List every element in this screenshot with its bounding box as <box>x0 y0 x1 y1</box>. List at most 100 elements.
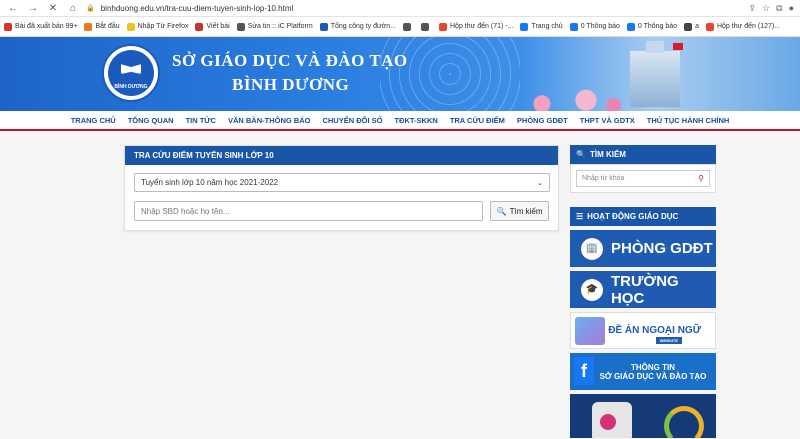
facebook-icon: f <box>574 357 594 385</box>
bookmark-item[interactable]: 0 Thông báo <box>569 22 620 31</box>
bookmark-favicon-icon <box>236 22 245 31</box>
bookmark-label: Nhập Từ Firefox <box>137 23 189 30</box>
forward-icon[interactable]: → <box>26 1 40 15</box>
bookmark-favicon-icon <box>195 22 204 31</box>
bookmark-favicon-icon <box>84 22 93 31</box>
de-an-ngoai-ngu-label: ĐỀ ÁN NGOẠI NGỮ <box>608 325 701 336</box>
bookmark-favicon-icon <box>439 22 447 31</box>
sbd-name-input[interactable]: Nhập SBD hoặc họ tên... <box>134 201 484 221</box>
bookmark-label: Trang chủ <box>531 23 563 30</box>
facebook-info-banner[interactable]: f THÔNG TIN SỞ GIÁO DỤC VÀ ĐÀO TẠO <box>570 353 716 390</box>
share-icon[interactable]: ⇪ <box>749 3 757 14</box>
bookmark-favicon-icon <box>4 22 12 31</box>
menu-item[interactable]: TIN TỨC <box>180 116 222 125</box>
exam-select[interactable]: Tuyển sinh lớp 10 năm học 2021-2022 ⌄ <box>134 173 550 192</box>
bookmark-favicon-icon <box>626 22 635 31</box>
app-logo-icon <box>600 414 616 430</box>
menu-item[interactable]: THPT VÀ GDTX <box>574 116 641 125</box>
menu-item[interactable]: VĂN BẢN-THÔNG BÁO <box>222 116 317 125</box>
menu-item[interactable]: CHUYỂN ĐỔI SỐ <box>316 116 388 125</box>
keyword-placeholder: Nhập từ khóa <box>582 175 625 182</box>
bookmark-item[interactable]: Bắt đầu <box>84 22 120 31</box>
keyword-input[interactable]: Nhập từ khóa ⚲ <box>576 170 710 187</box>
star-icon[interactable]: ☆ <box>762 3 770 14</box>
sidebar-search-box: Nhập từ khóa ⚲ <box>570 164 716 193</box>
bookmark-item[interactable]: Trang chủ <box>520 22 563 31</box>
bookmark-favicon-icon <box>421 22 429 31</box>
bookmark-label: 0 Thông báo <box>580 23 620 30</box>
site-title-line2: BÌNH DƯƠNG <box>232 75 350 94</box>
bookmark-item[interactable]: 0 Thông báo <box>626 22 678 31</box>
menu-item[interactable]: TRANG CHỦ <box>65 116 122 125</box>
bookmark-label: Bắt đầu <box>95 23 120 30</box>
extensions-icon[interactable]: ⧉ <box>776 3 782 14</box>
bookmark-item[interactable]: Tổng công ty đườn... <box>319 22 396 31</box>
browser-toolbar: ← → ✕ ⌂ 🔒 binhduong.edu.vn/tra-cuu-diem-… <box>0 0 800 17</box>
bookmark-favicon-icon <box>126 22 135 31</box>
bookmark-label: Hộp thư đến (127)... <box>716 23 781 30</box>
building-illustration <box>630 41 680 107</box>
app-promo-banner[interactable] <box>570 394 716 438</box>
site-title-line1: SỞ GIÁO DỤC VÀ ĐÀO TẠO <box>172 51 408 70</box>
menu-item[interactable]: PHÒNG GDĐT <box>511 116 574 125</box>
menu-item[interactable]: TĐKT-SKKN <box>388 116 443 125</box>
bookmark-favicon-icon <box>403 22 411 31</box>
so-gddt-label: SỞ GIÁO DỤC VÀ ĐÀO TẠO <box>599 371 707 381</box>
logo-inner: BÌNH DƯƠNG <box>108 50 154 96</box>
bookmark-favicon-icon <box>569 22 578 31</box>
menu-item[interactable]: TỔNG QUAN <box>122 116 180 125</box>
bookmark-label: 0 Thông báo <box>637 23 678 30</box>
bookmark-favicon-icon <box>319 22 328 31</box>
graduation-cap-icon: 🎓 <box>581 278 603 301</box>
panel-heading: TRA CỨU ĐIỂM TUYỂN SINH LỚP 10 <box>125 146 558 165</box>
bookmark-label: Viết bài <box>206 23 230 30</box>
sidebar-search-heading: 🔍 TÌM KIẾM <box>570 145 716 164</box>
bookmark-favicon-icon <box>520 22 529 31</box>
menu-item[interactable]: TRA CỨU ĐIỂM <box>444 116 511 125</box>
search-button[interactable]: 🔍 Tìm kiếm <box>490 201 549 221</box>
thong-tin-label: THÔNG TIN <box>631 362 675 372</box>
lock-icon[interactable]: 🔒 <box>86 4 95 12</box>
logo-text: BÌNH DƯƠNG <box>114 84 148 90</box>
sidebar-activities-title: HOẠT ĐỘNG GIÁO DỤC <box>587 212 679 221</box>
main-menu: TRANG CHỦ TỔNG QUAN TIN TỨC VĂN BẢN-THÔNG B… <box>0 111 800 131</box>
bookmark-label: Bài đã xuất bản 99+ <box>15 23 78 30</box>
exam-selected-value: Tuyển sinh lớp 10 năm học 2021-2022 <box>141 178 279 187</box>
sidebar-search-title: TÌM KIẾM <box>589 150 626 159</box>
menu-item[interactable]: THỦ TỤC HÀNH CHÍNH <box>641 116 736 125</box>
score-lookup-panel: TRA CỨU ĐIỂM TUYỂN SINH LỚP 10 Tuyển sin… <box>124 145 559 231</box>
bookmark-item[interactable]: Hộp thư đến (127)... <box>705 22 781 31</box>
truong-hoc-banner[interactable]: 🎓 TRƯỜNG HỌC <box>570 271 716 308</box>
bookmark-item[interactable] <box>403 22 414 31</box>
website-tag: WEBSITE <box>655 337 682 344</box>
bookmark-favicon-icon <box>705 22 714 31</box>
address-bar[interactable]: 🔒 binhduong.edu.vn/tra-cuu-diem-tuyen-si… <box>86 4 749 13</box>
bookmark-item[interactable]: Nhập Từ Firefox <box>126 22 189 31</box>
site-banner: BÌNH DƯƠNG SỞ GIÁO DỤC VÀ ĐÀO TẠO BÌNH D… <box>0 37 800 111</box>
bookmark-item[interactable]: Hộp thư đến (71) -... <box>439 22 513 31</box>
back-icon[interactable]: ← <box>6 1 20 15</box>
phong-gddt-label: PHÒNG GDĐT <box>611 240 713 257</box>
lotus-decoration <box>520 75 630 111</box>
bookmark-favicon-icon <box>684 22 693 31</box>
close-loading-icon[interactable]: ✕ <box>46 1 60 15</box>
bookmark-item[interactable]: Bài đã xuất bản 99+ <box>4 22 78 31</box>
home-icon[interactable]: ⌂ <box>66 1 80 15</box>
de-an-ngoai-ngu-banner[interactable]: ĐỀ ÁN NGOẠI NGỮ WEBSITE <box>570 312 716 349</box>
sidebar-activities-heading: ☰ HOẠT ĐỘNG GIÁO DỤC <box>570 207 716 226</box>
bookmark-label: Tổng công ty đườn... <box>330 23 396 30</box>
search-icon: 🔍 <box>576 150 586 159</box>
search-icon[interactable]: ⚲ <box>698 174 704 183</box>
bookmark-item[interactable]: Viết bài <box>195 22 230 31</box>
phong-gddt-banner[interactable]: 🏢 PHÒNG GDĐT <box>570 230 716 267</box>
bookmark-item[interactable] <box>421 22 432 31</box>
bookmark-item[interactable]: Sửa tin :: iC Platform <box>236 22 313 31</box>
site-logo[interactable]: BÌNH DƯƠNG <box>102 44 160 102</box>
profile-icon[interactable]: ● <box>789 3 794 14</box>
language-illustration <box>575 317 605 345</box>
page-content: TRA CỨU ĐIỂM TUYỂN SINH LỚP 10 Tuyển sin… <box>0 131 800 438</box>
office-icon: 🏢 <box>581 237 603 260</box>
bookmark-item[interactable]: a <box>684 22 699 31</box>
bookmarks-bar: Bài đã xuất bản 99+ Bắt đầu Nhập Từ Firefo… <box>0 17 800 37</box>
banner-pattern <box>380 37 520 111</box>
